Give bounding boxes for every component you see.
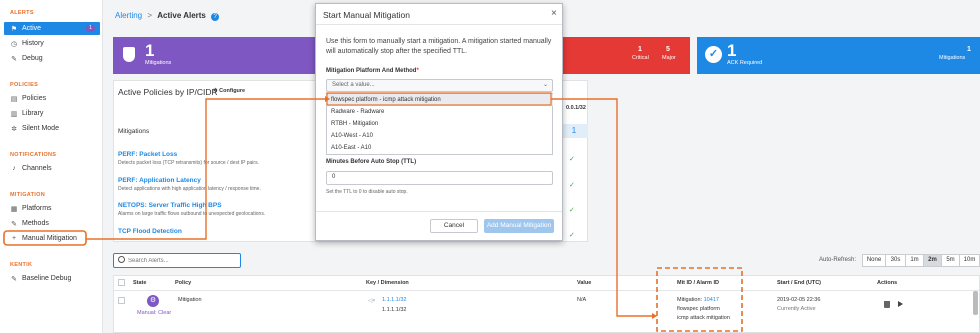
arrow-to-mit-id [551, 98, 652, 317]
option-highlight [326, 92, 552, 106]
manual-mitigation-highlight [3, 230, 87, 246]
arrow-to-dropdown [86, 98, 325, 240]
annotation-overlay [3, 92, 743, 332]
mit-id-dashed-highlight [656, 267, 743, 332]
